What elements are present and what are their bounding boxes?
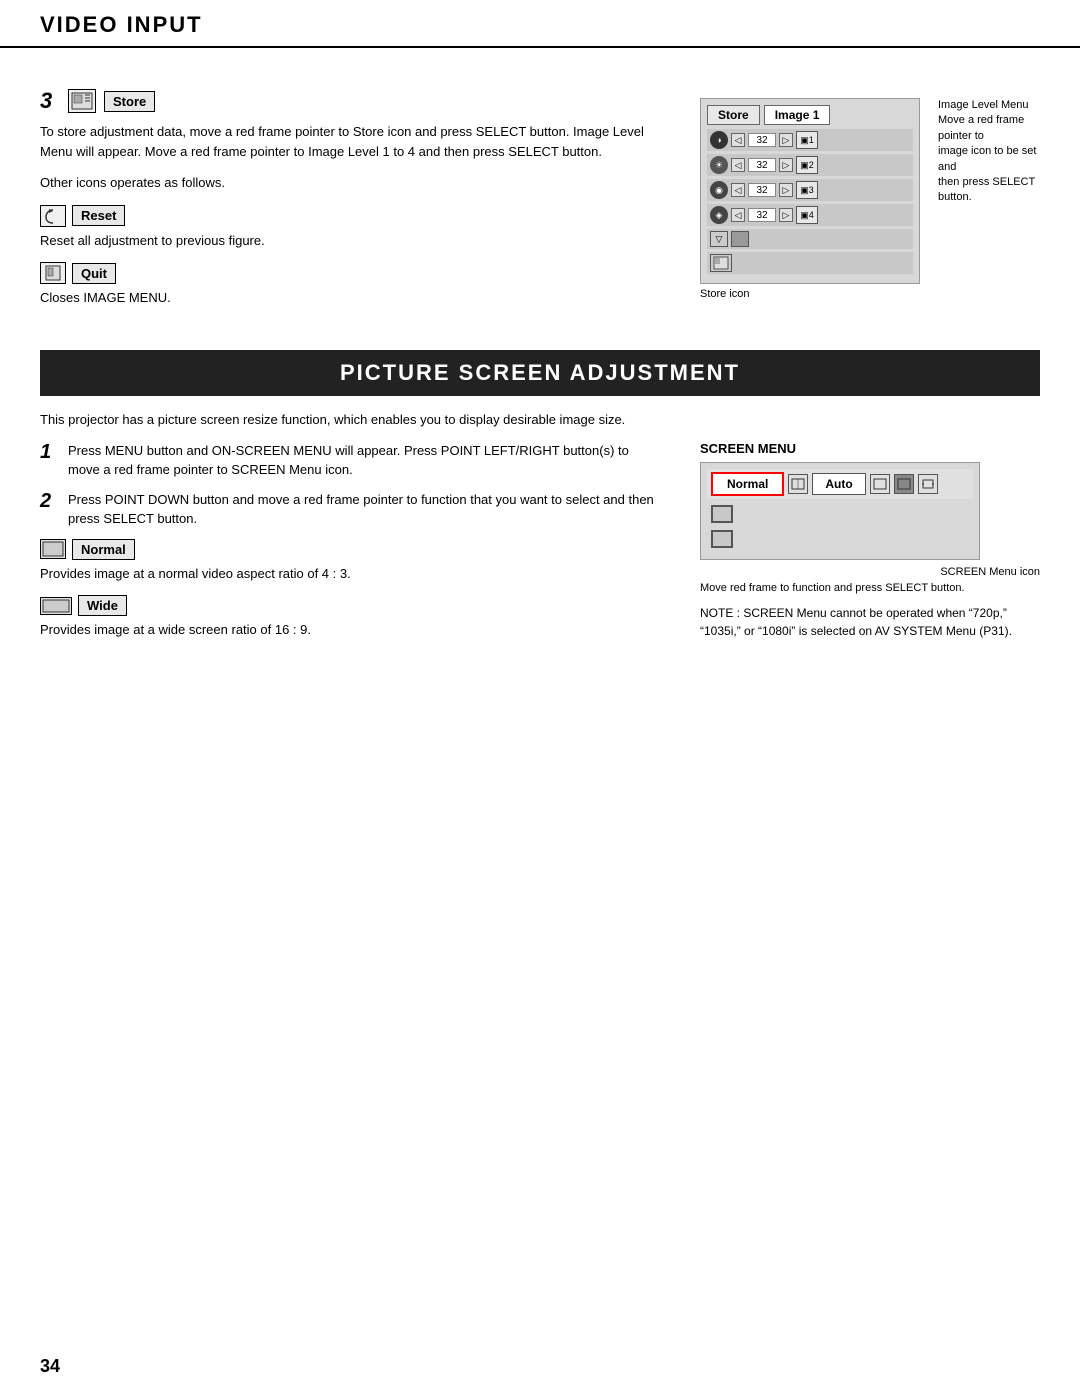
value-4: 32 (748, 208, 776, 222)
screen-auto-btn: Auto (812, 473, 865, 495)
store-diagram-icon (710, 254, 732, 272)
value-3: 32 (748, 183, 776, 197)
menu-row-1: ◑ ◁ 32 ▷ ▣1 (707, 129, 913, 151)
wide-label: Wide (78, 595, 127, 616)
slot-4: ▣4 (796, 206, 818, 224)
screen-menu-bar: Normal Auto (707, 469, 973, 499)
psa-step2-header: 2 Press POINT DOWN button and move a red… (40, 490, 660, 529)
store-icon (68, 89, 96, 113)
caption-line4: then press SELECT button. (938, 176, 1035, 203)
psa-step2-text: Press POINT DOWN button and move a red f… (68, 490, 660, 529)
psa-step2-number: 2 (40, 490, 60, 513)
main-content: 3 Store To store adjustment data, move a… (0, 48, 1080, 672)
psa-right: SCREEN MENU Normal Auto (700, 441, 1040, 652)
menu-row-3: ◉ ◁ 32 ▷ ▣3 (707, 179, 913, 201)
caption-line1: Image Level Menu (938, 99, 1029, 111)
caption-line3: image icon to be set and (938, 145, 1036, 172)
screen-menu-icon-caption: SCREEN Menu icon (700, 566, 1040, 578)
psa-step1-number: 1 (40, 441, 60, 464)
psa-intro: This projector has a picture screen resi… (40, 412, 1040, 427)
store-section: 3 Store To store adjustment data, move a… (40, 88, 1040, 320)
menu-diagram: Store Image 1 ◑ ◁ 32 ▷ ▣1 (700, 98, 920, 284)
menu-top-bar: Store Image 1 (707, 105, 913, 125)
page-footer: 34 (40, 1356, 60, 1377)
menu-store-btn: Store (707, 105, 760, 125)
wide-text: Provides image at a wide screen ratio of… (40, 620, 660, 640)
psa-left: 1 Press MENU button and ON-SCREEN MENU w… (40, 441, 660, 652)
psa-title: PICTURE SCREEN ADJUSTMENT (40, 350, 1040, 396)
quit-icon (40, 262, 66, 284)
screen-rect-2 (711, 530, 733, 548)
arrow-left-2: ◁ (731, 158, 745, 172)
psa-step1-text: Press MENU button and ON-SCREEN MENU wil… (68, 441, 660, 480)
slot-2: ▣2 (796, 156, 818, 174)
reset-text: Reset all adjustment to previous figure. (40, 231, 660, 251)
screen-normal-btn: Normal (711, 472, 784, 496)
psa-body: 1 Press MENU button and ON-SCREEN MENU w… (40, 441, 1040, 652)
screen-rect-1 (711, 505, 733, 523)
normal-icon (40, 539, 66, 559)
psa-step1-header: 1 Press MENU button and ON-SCREEN MENU w… (40, 441, 660, 480)
other-icons-text: Other icons operates as follows. (40, 173, 660, 193)
caption-line2: Move a red frame pointer to (938, 114, 1024, 141)
arrow-left-3: ◁ (731, 183, 745, 197)
screen-icon-3 (894, 474, 914, 494)
screen-menu-caption: Move red frame to function and press SEL… (700, 582, 1040, 594)
slot-1: ▣1 (796, 131, 818, 149)
menu-row-4: ◈ ◁ 32 ▷ ▣4 (707, 204, 913, 226)
arrow-right-1: ▷ (779, 133, 793, 147)
screen-menu-diagram: Normal Auto (700, 462, 980, 560)
store-right: Store Image 1 ◑ ◁ 32 ▷ ▣1 (700, 88, 1040, 320)
nav-icon: ▽ (710, 231, 728, 247)
page-number: 34 (40, 1356, 60, 1376)
page-header: VIDEO INPUT (0, 0, 1080, 48)
screen-captions: SCREEN Menu icon Move red frame to funct… (700, 566, 1040, 594)
quit-row: Quit (40, 262, 660, 284)
menu-image-btn: Image 1 (764, 105, 831, 125)
quit-text: Closes IMAGE MENU. (40, 288, 660, 308)
step3-number: 3 (40, 88, 60, 114)
store-icon-caption: Store icon (700, 288, 920, 300)
normal-text: Provides image at a normal video aspect … (40, 564, 660, 584)
page-title: VIDEO INPUT (40, 12, 1040, 38)
arrow-left-1: ◁ (731, 133, 745, 147)
screen-icon-2 (870, 474, 890, 494)
normal-row: Normal (40, 539, 660, 560)
screen-row2 (707, 503, 973, 525)
arrow-right-2: ▷ (779, 158, 793, 172)
wide-row: Wide (40, 595, 660, 616)
menu-store-icon-row (707, 252, 913, 274)
step3-header: 3 Store (40, 88, 660, 114)
reset-icon (40, 205, 66, 227)
normal-label: Normal (72, 539, 135, 560)
brightness-icon: ☀ (710, 156, 728, 174)
store-step-text: To store adjustment data, move a red fra… (40, 122, 660, 161)
reset-row: Reset (40, 205, 660, 227)
image-level-caption: Image Level Menu Move a red frame pointe… (938, 98, 1040, 206)
note-text: NOTE : SCREEN Menu cannot be operated wh… (700, 604, 1040, 640)
menu-nav-row: ▽ (707, 229, 913, 249)
store-left: 3 Store To store adjustment data, move a… (40, 88, 660, 320)
image-level-menu-area: Store Image 1 ◑ ◁ 32 ▷ ▣1 (700, 98, 1040, 300)
contrast-icon: ◑ (710, 131, 728, 149)
color-icon: ◉ (710, 181, 728, 199)
slot-3: ▣3 (796, 181, 818, 199)
wide-icon (40, 597, 72, 615)
tint-icon: ◈ (710, 206, 728, 224)
screen-row3 (707, 528, 973, 550)
quit-label: Quit (72, 263, 116, 284)
screen-menu-label: SCREEN MENU (700, 441, 1040, 456)
image-level-diagram: Store Image 1 ◑ ◁ 32 ▷ ▣1 (700, 98, 920, 300)
arrow-right-3: ▷ (779, 183, 793, 197)
screen-icon-4 (918, 474, 938, 494)
nav-icon2 (731, 231, 749, 247)
reset-label: Reset (72, 205, 125, 226)
value-1: 32 (748, 133, 776, 147)
store-label: Store (104, 91, 155, 112)
menu-row-2: ☀ ◁ 32 ▷ ▣2 (707, 154, 913, 176)
arrow-right-4: ▷ (779, 208, 793, 222)
value-2: 32 (748, 158, 776, 172)
arrow-left-4: ◁ (731, 208, 745, 222)
screen-icon-1 (788, 474, 808, 494)
